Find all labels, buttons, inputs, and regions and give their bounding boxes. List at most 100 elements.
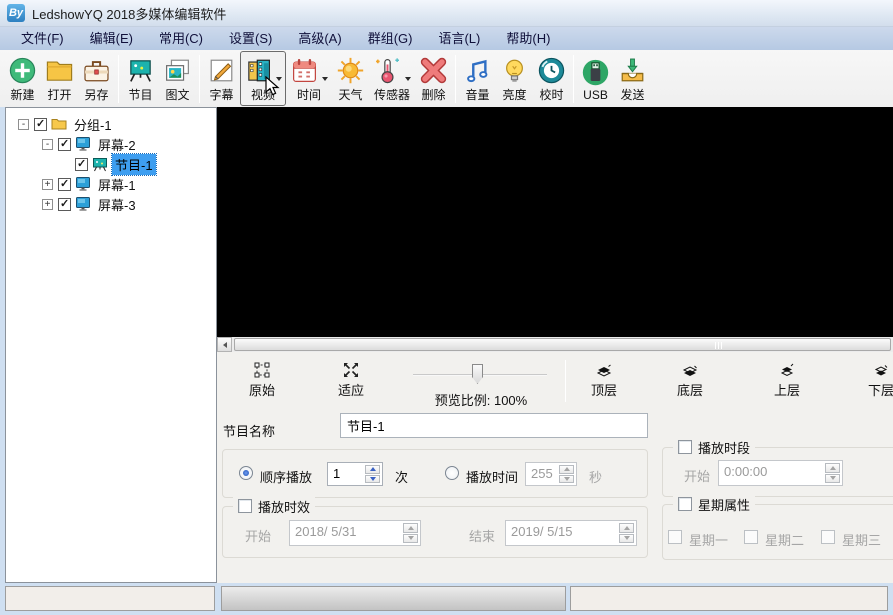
dropdown-caret-icon[interactable] xyxy=(322,77,328,81)
tree-item-program-1[interactable]: 节目-1 xyxy=(6,154,216,174)
screen-icon xyxy=(75,136,91,152)
play-count-spinner[interactable]: 1 xyxy=(327,462,383,486)
tree-item-screen-1[interactable]: + 屏幕-1 xyxy=(6,174,216,194)
menu-file[interactable]: 文件(F) xyxy=(8,27,77,50)
tree-item-screen-2[interactable]: - 屏幕-2 xyxy=(6,134,216,154)
tree-checkbox[interactable] xyxy=(58,198,71,211)
toolbar-button-open[interactable]: 打开 xyxy=(41,51,78,106)
toolbar-button-send[interactable]: 发送 xyxy=(614,51,651,106)
toolbar-button-save-as[interactable]: 另存 xyxy=(78,51,115,106)
sequential-play-radio[interactable] xyxy=(239,466,253,480)
send-icon xyxy=(618,56,647,85)
toolbar: 新建 打开 另存 节目 图文 字幕 视频 时间 天气 传感器 删除 xyxy=(0,50,893,107)
toolbar-button-volume[interactable]: 音量 xyxy=(459,51,496,106)
tuesday-checkbox[interactable] xyxy=(744,530,758,544)
toolbar-button-usb[interactable]: USB xyxy=(577,53,614,105)
timed-play-radio[interactable] xyxy=(445,466,459,480)
period-start-date[interactable]: 2018/ 5/31 xyxy=(289,520,421,546)
play-timeslot-group: 播放时段 开始 0:00:00 xyxy=(662,447,893,497)
spin-down-button[interactable] xyxy=(559,475,574,484)
timeslot-start-label: 开始 xyxy=(684,466,710,485)
toolbar-button-clock-sync[interactable]: 校时 xyxy=(533,51,570,106)
screen-icon xyxy=(75,176,91,192)
monday-checkbox[interactable] xyxy=(668,530,682,544)
tree-checkbox[interactable] xyxy=(58,138,71,151)
led-preview-canvas[interactable] xyxy=(217,107,893,337)
status-bar-left xyxy=(5,586,215,611)
toolbar-button-new[interactable]: 新建 xyxy=(4,51,41,106)
timeslot-start-time[interactable]: 0:00:00 xyxy=(718,460,843,486)
clock-sync-icon xyxy=(537,56,566,85)
slider-thumb[interactable] xyxy=(472,364,483,384)
menu-settings[interactable]: 设置(S) xyxy=(216,27,285,50)
timed-play-label: 播放时间 xyxy=(466,467,518,486)
weather-icon xyxy=(336,56,365,85)
spin-up-button[interactable] xyxy=(365,465,380,474)
layer-up-button[interactable]: 上层 xyxy=(762,362,812,399)
play-seconds-spinner[interactable]: 255 xyxy=(525,462,577,486)
toolbar-button-time[interactable]: 时间 xyxy=(286,51,332,106)
expand-icon[interactable]: + xyxy=(42,199,53,210)
toolbar-button-sensor[interactable]: 传感器 xyxy=(369,51,415,106)
original-size-icon xyxy=(254,362,270,378)
spin-up-button[interactable] xyxy=(403,523,418,533)
wednesday-checkbox[interactable] xyxy=(821,530,835,544)
bottom-layer-icon xyxy=(682,362,698,378)
program-name-input[interactable] xyxy=(340,413,648,438)
spin-up-button[interactable] xyxy=(619,523,634,533)
preview-horizontal-scrollbar[interactable] xyxy=(217,337,893,352)
title-bar: By LedshowYQ 2018多媒体编辑软件 xyxy=(0,0,893,27)
menu-help[interactable]: 帮助(H) xyxy=(493,27,563,50)
wednesday-label: 星期三 xyxy=(842,530,881,549)
tree-item-group-1[interactable]: - 分组-1 xyxy=(6,114,216,134)
spin-down-button[interactable] xyxy=(825,474,840,484)
tuesday-label: 星期二 xyxy=(765,530,804,549)
period-end-date[interactable]: 2019/ 5/15 xyxy=(505,520,637,546)
layer-up-icon xyxy=(779,362,795,378)
collapse-icon[interactable]: - xyxy=(18,119,29,130)
toolbar-button-weather[interactable]: 天气 xyxy=(332,51,369,106)
program-icon xyxy=(126,56,155,85)
app-window: { "window": { "title": "LedshowYQ 2018多媒… xyxy=(0,0,893,615)
spin-up-button[interactable] xyxy=(559,465,574,474)
toolbar-button-image-text[interactable]: 图文 xyxy=(159,51,196,106)
toolbar-button-brightness[interactable]: 亮度 xyxy=(496,51,533,106)
tree-item-screen-3[interactable]: + 屏幕-3 xyxy=(6,194,216,214)
menu-language[interactable]: 语言(L) xyxy=(425,27,493,50)
tree-checkbox[interactable] xyxy=(75,158,88,171)
menu-advanced[interactable]: 高级(A) xyxy=(285,27,354,50)
spin-down-button[interactable] xyxy=(365,475,380,484)
play-timeslot-checkbox[interactable] xyxy=(678,440,692,454)
play-period-checkbox[interactable] xyxy=(238,499,252,513)
toolbar-button-delete[interactable]: 删除 xyxy=(415,51,452,106)
top-layer-button[interactable]: 顶层 xyxy=(579,362,629,399)
play-mode-group: 顺序播放 1 次 播放时间 255 秒 xyxy=(222,449,648,498)
fit-button[interactable]: 适应 xyxy=(326,362,376,399)
spin-down-button[interactable] xyxy=(619,534,634,544)
scrollbar-thumb[interactable] xyxy=(234,338,891,351)
collapse-icon[interactable]: - xyxy=(42,139,53,150)
toolbar-button-subtitle[interactable]: 字幕 xyxy=(203,51,240,106)
program-item-icon xyxy=(92,156,108,172)
tree-checkbox[interactable] xyxy=(58,178,71,191)
original-size-button[interactable]: 原始 xyxy=(237,362,287,399)
folder-icon xyxy=(51,116,67,132)
brightness-icon xyxy=(500,56,529,85)
dropdown-caret-icon[interactable] xyxy=(405,77,411,81)
expand-icon[interactable]: + xyxy=(42,179,53,190)
bottom-layer-button[interactable]: 底层 xyxy=(665,362,715,399)
tree-checkbox[interactable] xyxy=(34,118,47,131)
menu-common[interactable]: 常用(C) xyxy=(146,27,216,50)
layer-down-button[interactable]: 下层 xyxy=(856,362,893,399)
play-count-unit: 次 xyxy=(395,467,408,486)
week-attribute-checkbox[interactable] xyxy=(678,497,692,511)
scroll-left-button[interactable] xyxy=(217,337,232,352)
scrollbar-grip-icon xyxy=(715,342,726,349)
save-as-icon xyxy=(82,56,111,85)
menu-edit[interactable]: 编辑(E) xyxy=(77,27,146,50)
sequential-play-label: 顺序播放 xyxy=(260,467,312,486)
spin-down-button[interactable] xyxy=(403,534,418,544)
toolbar-button-program[interactable]: 节目 xyxy=(122,51,159,106)
menu-group[interactable]: 群组(G) xyxy=(355,27,426,50)
spin-up-button[interactable] xyxy=(825,463,840,473)
